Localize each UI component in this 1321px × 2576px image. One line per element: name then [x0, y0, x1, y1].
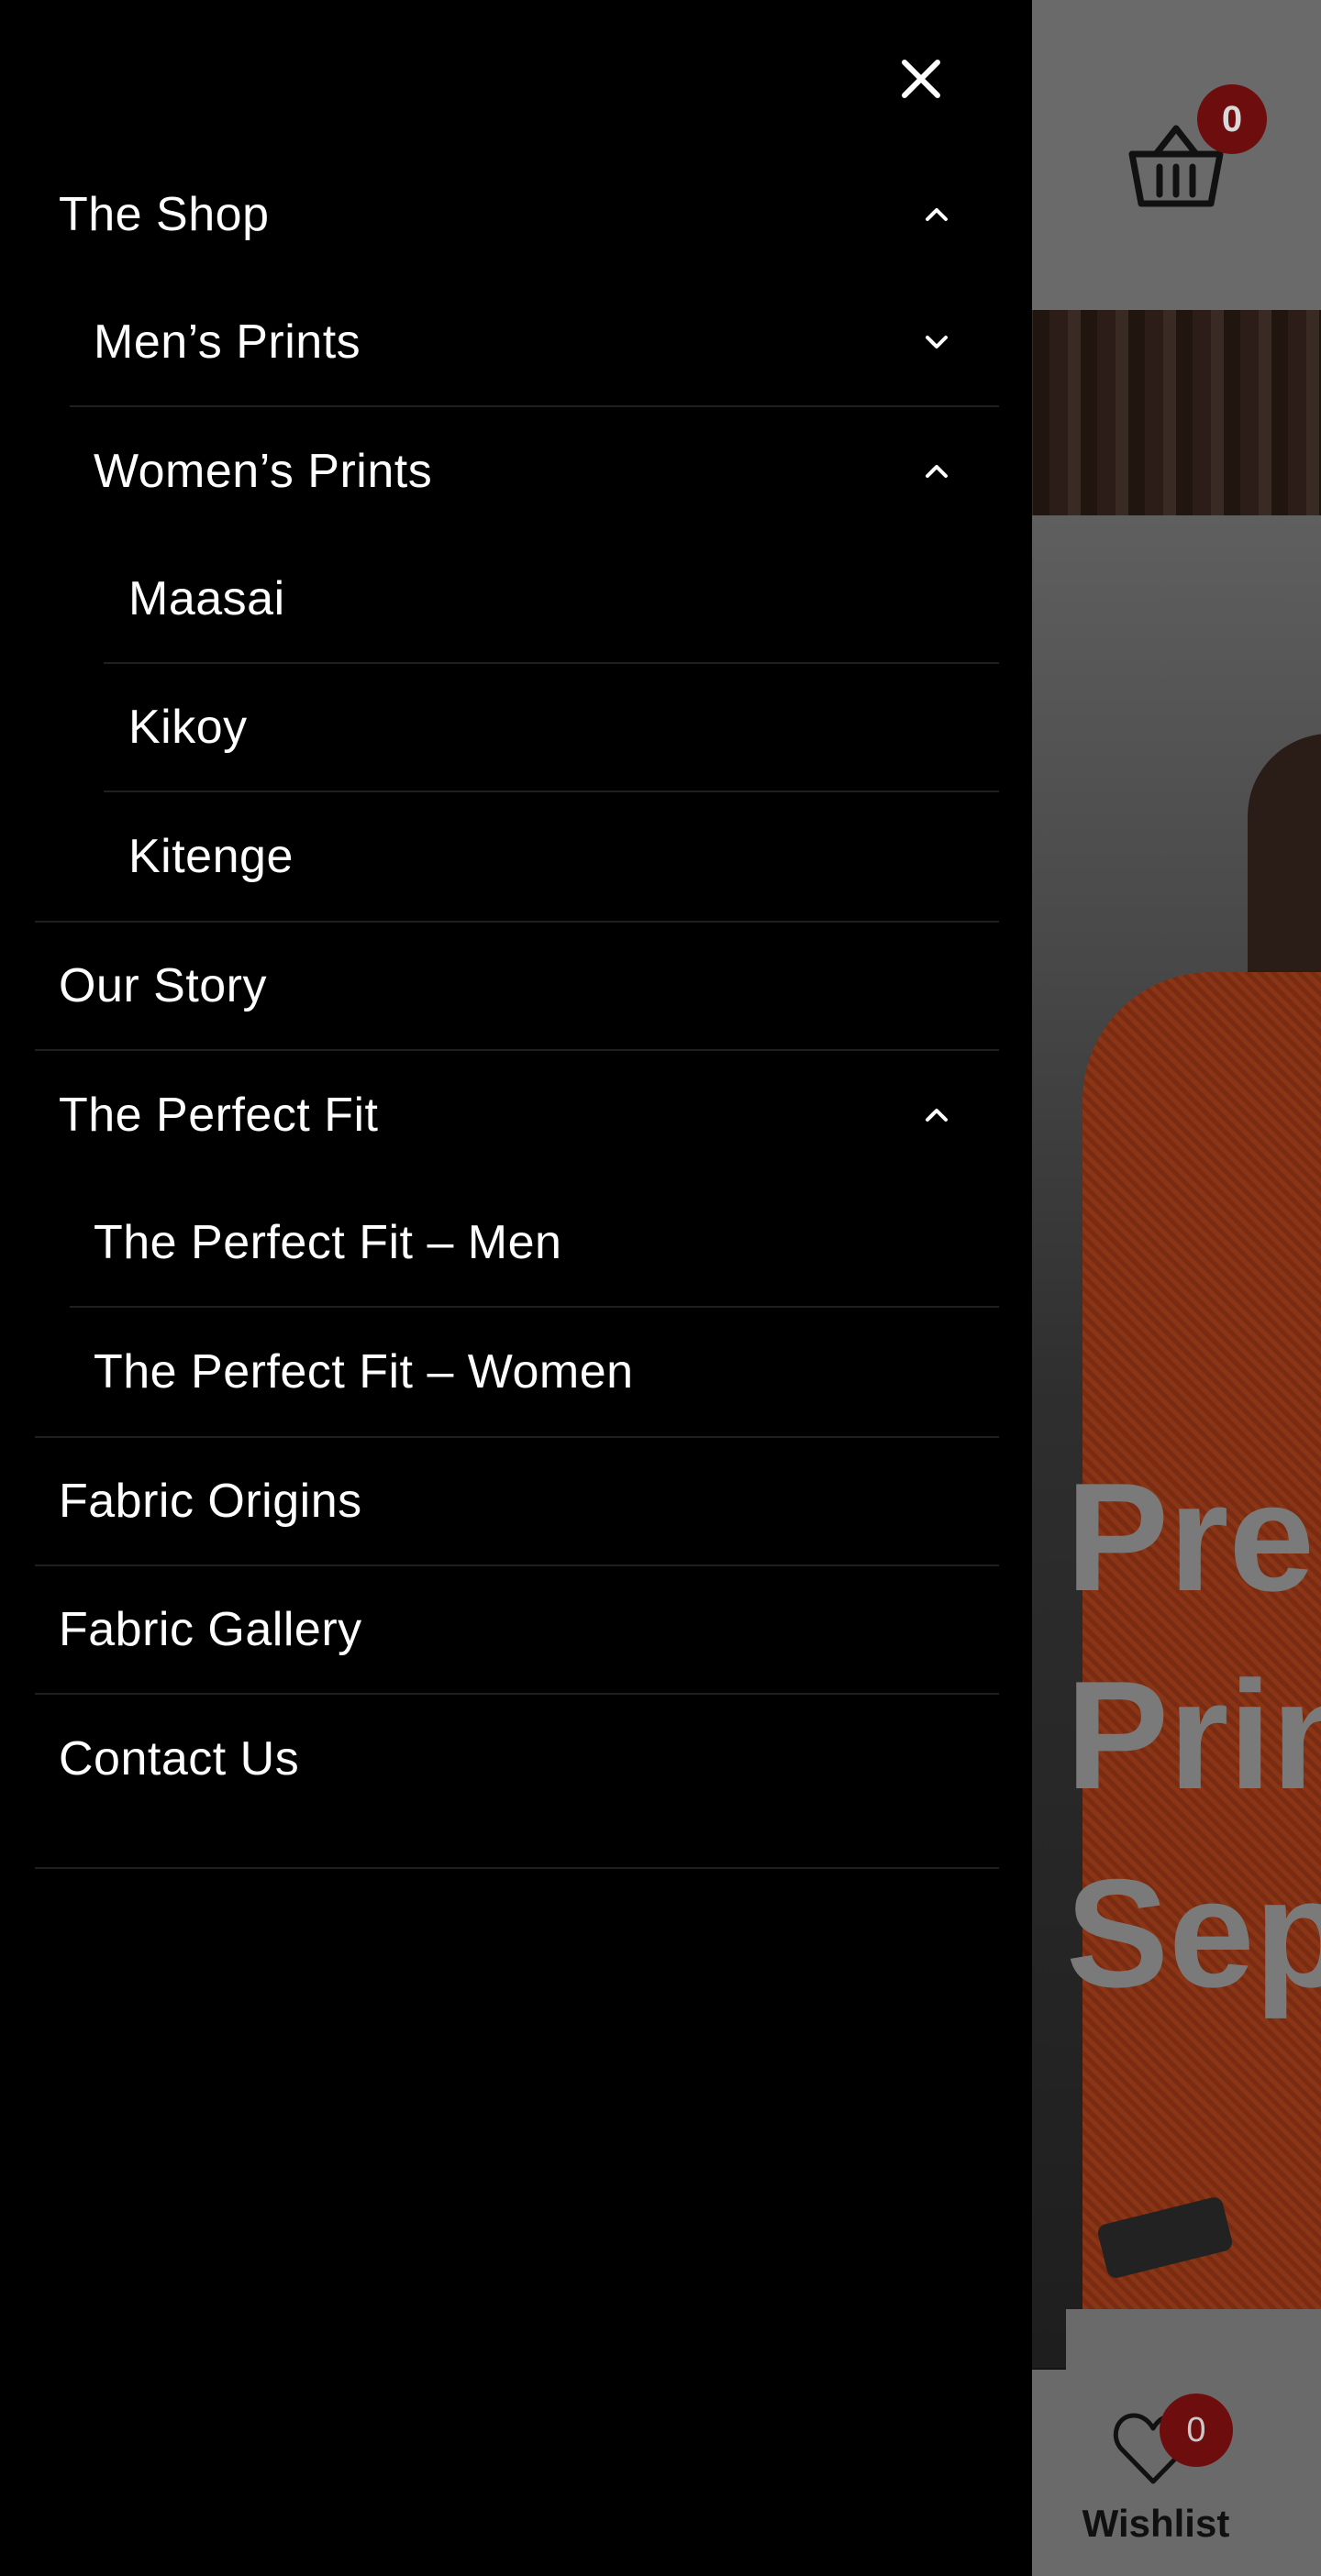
mobile-menu-drawer: The Shop Men’s Prints Women’s Prints Maa…: [0, 0, 1032, 2576]
bottom-bar-tab: [1066, 2309, 1321, 2373]
menu-item-kitenge[interactable]: Kitenge: [104, 792, 999, 921]
menu-item-label: Maasai: [128, 572, 285, 625]
hero-headline: Pren Prin Sep: [1066, 1451, 1321, 2019]
menu-item-label: The Perfect Fit – Women: [94, 1345, 634, 1399]
menu-item-maasai[interactable]: Maasai: [104, 536, 999, 664]
menu-item-fabric-gallery[interactable]: Fabric Gallery: [35, 1566, 999, 1695]
menu-item-label: Fabric Origins: [59, 1475, 362, 1528]
menu-list: The Shop Men’s Prints Women’s Prints Maa…: [35, 150, 999, 1823]
menu-item-mens-prints[interactable]: Men’s Prints: [70, 279, 999, 407]
menu-item-label: Kikoy: [128, 701, 248, 754]
chevron-down-icon[interactable]: [916, 322, 957, 362]
menu-item-womens-prints[interactable]: Women’s Prints: [70, 407, 999, 536]
menu-item-contact-us[interactable]: Contact Us: [35, 1695, 999, 1823]
menu-item-label: Kitenge: [128, 830, 294, 883]
cart-count-badge: 0: [1197, 84, 1267, 154]
menu-item-label: The Perfect Fit: [59, 1089, 379, 1142]
menu-item-perfect-fit-men[interactable]: The Perfect Fit – Men: [70, 1179, 999, 1308]
menu-item-perfect-fit-women[interactable]: The Perfect Fit – Women: [70, 1308, 999, 1436]
close-menu-button[interactable]: [894, 51, 949, 106]
menu-bottom-divider: [35, 1867, 999, 1869]
menu-item-label: The Shop: [59, 188, 270, 241]
menu-item-kikoy[interactable]: Kikoy: [104, 664, 999, 792]
wishlist-label: Wishlist: [1082, 2502, 1230, 2545]
menu-item-label: Women’s Prints: [94, 445, 433, 498]
menu-item-label: The Perfect Fit – Men: [94, 1216, 562, 1269]
chevron-up-icon[interactable]: [916, 194, 957, 235]
menu-item-label: Men’s Prints: [94, 315, 361, 369]
menu-item-our-story[interactable]: Our Story: [35, 923, 999, 1051]
menu-item-label: Fabric Gallery: [59, 1603, 362, 1656]
menu-item-label: Our Story: [59, 959, 267, 1012]
menu-item-label: Contact Us: [59, 1732, 300, 1786]
menu-item-fabric-origins[interactable]: Fabric Origins: [35, 1438, 999, 1566]
menu-item-the-shop[interactable]: The Shop: [35, 150, 999, 279]
chevron-up-icon[interactable]: [916, 451, 957, 492]
chevron-up-icon[interactable]: [916, 1095, 957, 1135]
close-icon: [902, 60, 940, 98]
menu-item-the-perfect-fit[interactable]: The Perfect Fit: [35, 1051, 999, 1179]
wishlist-count-badge: 0: [1160, 2394, 1233, 2467]
